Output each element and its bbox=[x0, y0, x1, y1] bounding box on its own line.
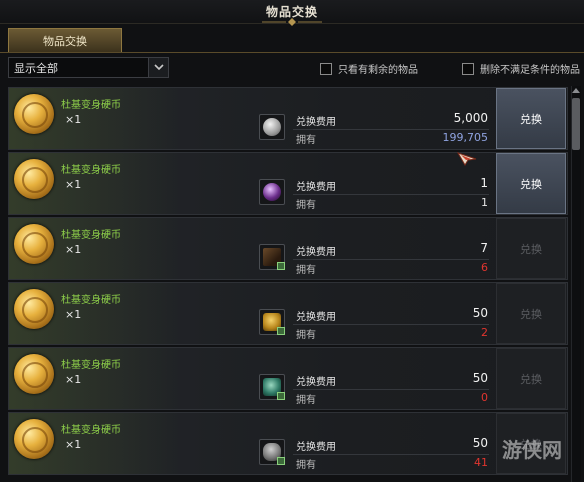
transform-coin-icon[interactable] bbox=[14, 419, 54, 459]
item-quantity: ×1 bbox=[65, 243, 82, 256]
cost-value: 7 bbox=[480, 241, 488, 255]
cost-label: 兑换费用 bbox=[296, 377, 336, 388]
owned-label: 拥有 bbox=[296, 200, 316, 211]
exchange-button[interactable]: 兑换 bbox=[496, 283, 566, 344]
exchange-row: 杜基变身硬币 ×1 兑换费用 1 拥有 1 兑换 bbox=[8, 152, 568, 215]
item-quantity: ×1 bbox=[65, 308, 82, 321]
only-remaining-checkbox[interactable]: 只看有剩余的物品 bbox=[320, 61, 418, 76]
item-quantity: ×1 bbox=[65, 373, 82, 386]
item-quantity: ×1 bbox=[65, 438, 82, 451]
transform-coin-icon[interactable] bbox=[14, 289, 54, 329]
checkbox-box[interactable] bbox=[462, 62, 474, 75]
exchange-button[interactable]: 兑换 bbox=[496, 88, 566, 149]
green-crystal-icon[interactable] bbox=[259, 374, 285, 400]
item-name: 杜基变身硬币 bbox=[61, 425, 121, 436]
exchange-list: 杜基变身硬币 ×1 兑换费用 5,000 拥有 199,705 兑换 杜基变身硬… bbox=[8, 87, 568, 482]
exchange-row: 杜基变身硬币 ×1 兑换费用 50 拥有 2 兑换 bbox=[8, 282, 568, 345]
owned-label: 拥有 bbox=[296, 395, 316, 406]
cost-label: 兑换费用 bbox=[296, 312, 336, 323]
transform-coin-icon[interactable] bbox=[14, 94, 54, 134]
scroll-up-icon[interactable] bbox=[571, 87, 581, 96]
cost-label: 兑换费用 bbox=[296, 442, 336, 453]
item-name: 杜基变身硬币 bbox=[61, 230, 121, 241]
item-name: 杜基变身硬币 bbox=[61, 100, 121, 111]
exchange-button[interactable]: 兑换 bbox=[496, 348, 566, 409]
rune-shard-icon[interactable] bbox=[259, 244, 285, 270]
tab-item-exchange[interactable]: 物品交换 bbox=[8, 28, 122, 52]
remove-unqualified-checkbox[interactable]: 删除不满足条件的物品 bbox=[462, 61, 580, 76]
window-titlebar: 物品交换 bbox=[0, 0, 584, 26]
cost-value: 50 bbox=[472, 436, 488, 450]
tab-divider bbox=[0, 52, 584, 53]
exchange-button[interactable]: 兑换 bbox=[496, 153, 566, 214]
exchange-row: 杜基变身硬币 ×1 兑换费用 7 拥有 6 兑换 bbox=[8, 217, 568, 280]
transform-coin-icon[interactable] bbox=[14, 224, 54, 264]
cost-value: 1 bbox=[480, 176, 488, 190]
exchange-button[interactable]: 兑换 bbox=[496, 218, 566, 279]
display-filter-select[interactable]: 显示全部 bbox=[8, 57, 169, 78]
owned-value: 41 bbox=[474, 456, 488, 469]
cost-label: 兑换费用 bbox=[296, 117, 336, 128]
owned-value: 6 bbox=[481, 261, 488, 274]
gold-ore-icon[interactable] bbox=[259, 309, 285, 335]
transform-coin-icon[interactable] bbox=[14, 354, 54, 394]
owned-label: 拥有 bbox=[296, 265, 316, 276]
exchange-row: 杜基变身硬币 ×1 兑换费用 5,000 拥有 199,705 兑换 bbox=[8, 87, 568, 150]
transform-coin-icon[interactable] bbox=[14, 159, 54, 199]
owned-label: 拥有 bbox=[296, 330, 316, 341]
title-ornament-icon bbox=[262, 18, 322, 26]
filter-selected-value: 显示全部 bbox=[14, 61, 58, 75]
purple-gem-icon[interactable] bbox=[259, 179, 285, 205]
item-quantity: ×1 bbox=[65, 178, 82, 191]
mouse-cursor-icon bbox=[457, 152, 477, 166]
cost-label: 兑换费用 bbox=[296, 182, 336, 193]
watermark-logo: 游侠网 bbox=[502, 438, 562, 462]
scrollbar-thumb[interactable] bbox=[572, 98, 580, 150]
checkbox-label: 只看有剩余的物品 bbox=[338, 65, 418, 76]
cost-value: 50 bbox=[472, 371, 488, 385]
cost-label: 兑换费用 bbox=[296, 247, 336, 258]
cost-value: 5,000 bbox=[453, 111, 488, 125]
item-name: 杜基变身硬币 bbox=[61, 295, 121, 306]
tab-label: 物品交换 bbox=[43, 34, 87, 48]
owned-value: 2 bbox=[481, 326, 488, 339]
owned-value: 199,705 bbox=[442, 131, 489, 144]
stone-ore-icon[interactable] bbox=[259, 439, 285, 465]
item-name: 杜基变身硬币 bbox=[61, 165, 121, 176]
cost-value: 50 bbox=[472, 306, 488, 320]
checkbox-box[interactable] bbox=[320, 62, 332, 75]
exchange-row: 杜基变身硬币 ×1 兑换费用 50 拥有 41 兑换 bbox=[8, 412, 568, 475]
item-name: 杜基变身硬币 bbox=[61, 360, 121, 371]
owned-label: 拥有 bbox=[296, 460, 316, 471]
owned-value: 0 bbox=[481, 391, 488, 404]
chevron-down-icon[interactable] bbox=[148, 58, 168, 77]
exchange-row: 杜基变身硬币 ×1 兑换费用 50 拥有 0 兑换 bbox=[8, 347, 568, 410]
owned-label: 拥有 bbox=[296, 135, 316, 146]
owned-value: 1 bbox=[481, 196, 488, 209]
silver-coin-icon[interactable] bbox=[259, 114, 285, 140]
checkbox-label: 删除不满足条件的物品 bbox=[480, 65, 580, 76]
item-quantity: ×1 bbox=[65, 113, 82, 126]
